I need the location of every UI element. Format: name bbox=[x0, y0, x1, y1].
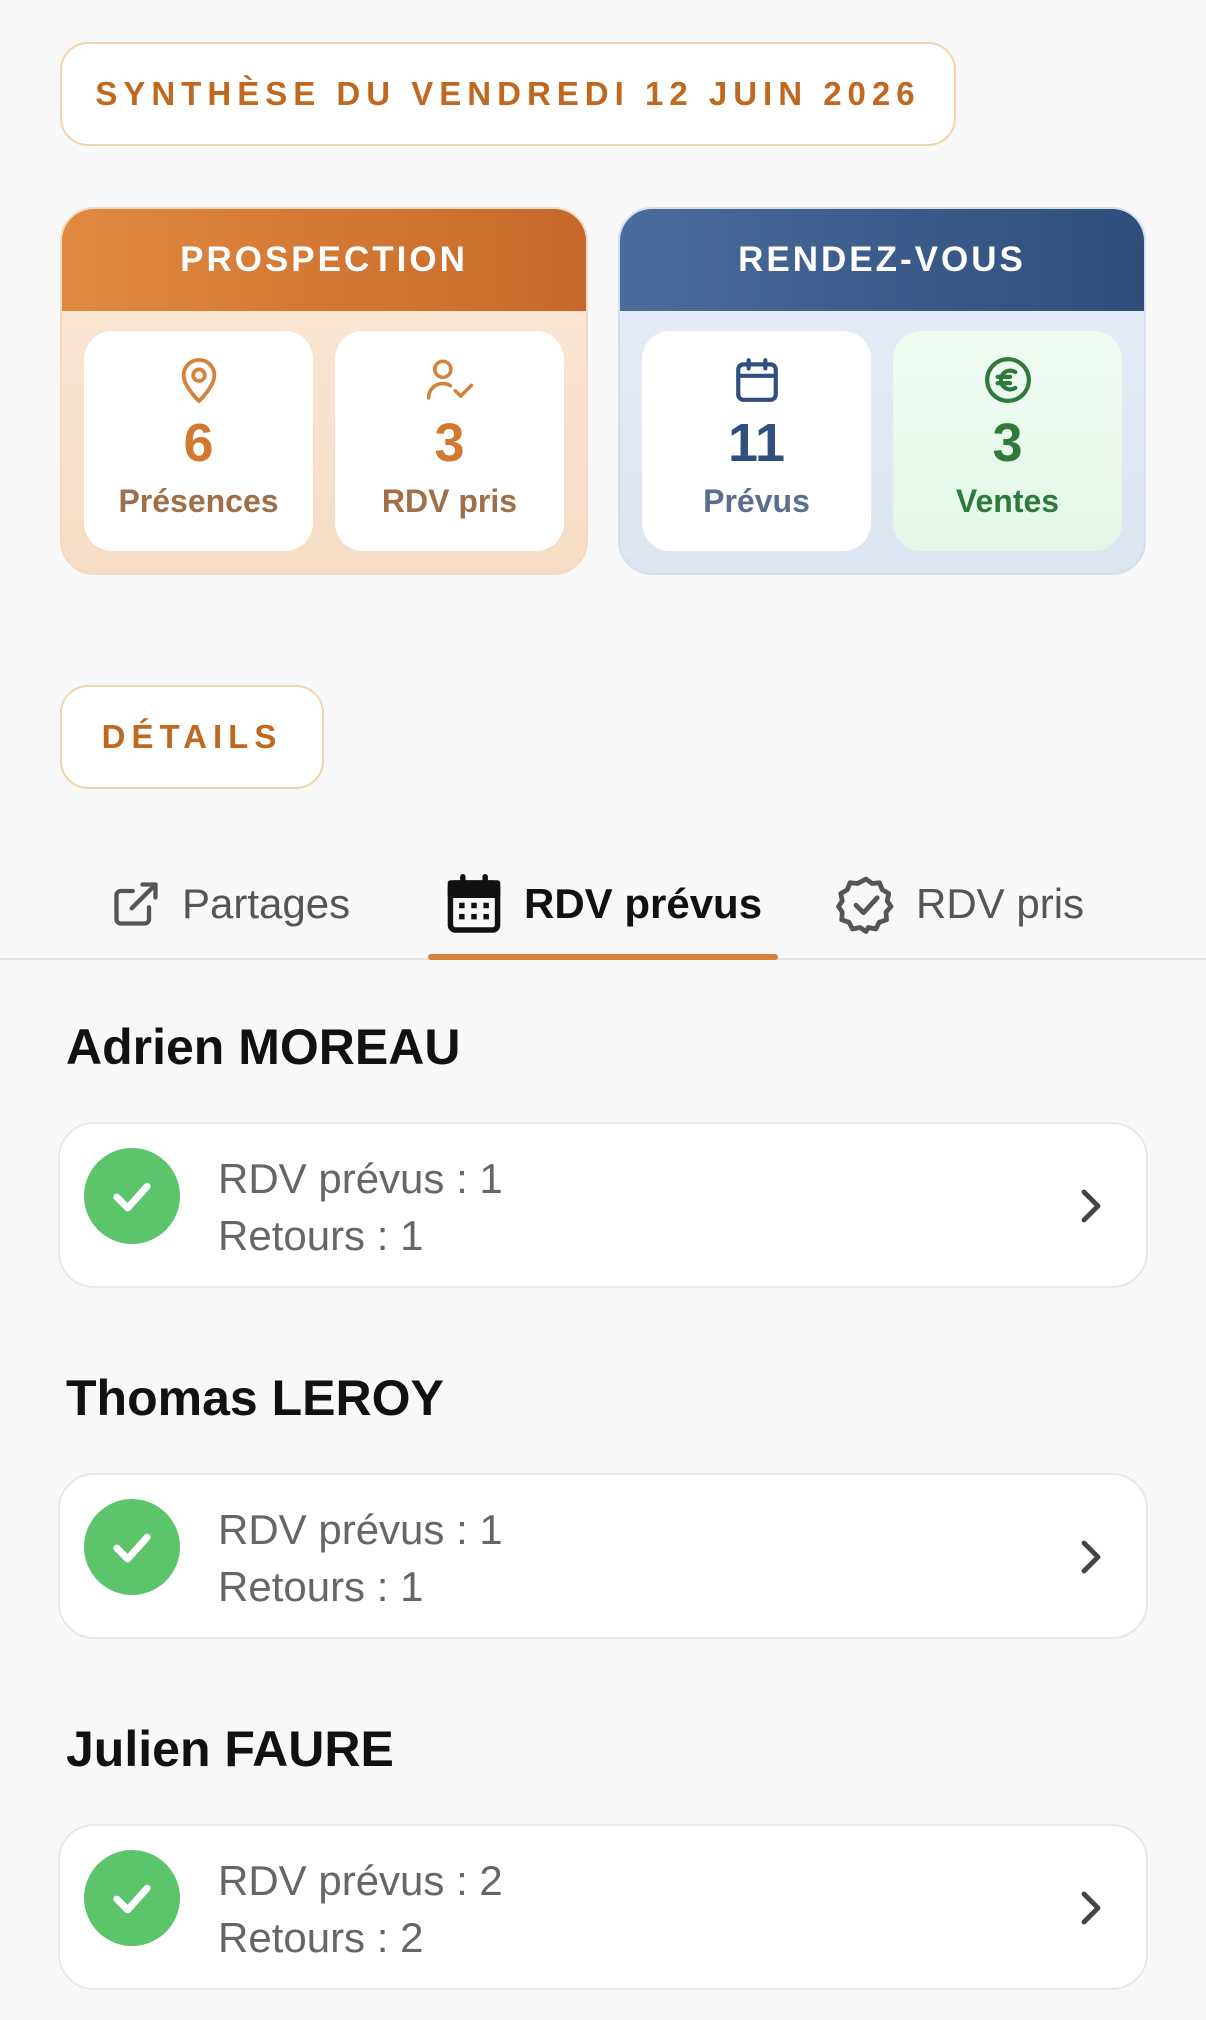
retours-count: Retours : 2 bbox=[218, 1914, 424, 1961]
tab-rdv-prevus[interactable]: RDV prévus bbox=[428, 848, 778, 960]
details-tabs: Partages RDV prévus RDV pris bbox=[0, 848, 1206, 960]
check-icon bbox=[84, 1148, 180, 1244]
prospection-card: PROSPECTION 6 Présences 3 RDV pris bbox=[60, 207, 588, 575]
active-tab-indicator bbox=[428, 954, 778, 960]
calendar-icon bbox=[732, 355, 782, 405]
agent-name: Adrien MOREAU bbox=[66, 1019, 461, 1075]
map-pin-icon bbox=[174, 355, 224, 405]
agent-row-julien-faure[interactable]: RDV prévus : 2 Retours : 2 bbox=[58, 1824, 1148, 1990]
agent-stats: RDV prévus : 1 Retours : 1 bbox=[218, 1150, 503, 1264]
rendezvous-title: RENDEZ-VOUS bbox=[738, 240, 1026, 279]
ventes-count: 3 bbox=[992, 413, 1023, 473]
agent-stats: RDV prévus : 1 Retours : 1 bbox=[218, 1501, 503, 1615]
daily-summary-screen: SYNTHÈSE DU VENDREDI 12 JUIN 2026 PROSPE… bbox=[0, 0, 1206, 2020]
tab-partages-label: Partages bbox=[182, 880, 351, 927]
summary-title: SYNTHÈSE DU VENDREDI 12 JUIN 2026 bbox=[60, 42, 956, 146]
agent-name: Julien FAURE bbox=[66, 1721, 394, 1777]
prospection-title: PROSPECTION bbox=[180, 240, 468, 279]
external-link-icon bbox=[114, 882, 158, 926]
agent-name: Thomas LEROY bbox=[66, 1370, 444, 1426]
tab-rdv-prevus-label: RDV prévus bbox=[524, 880, 763, 927]
presences-tile[interactable]: 6 Présences bbox=[84, 331, 313, 551]
rdv-pris-tile[interactable]: 3 RDV pris bbox=[335, 331, 564, 551]
retours-count: Retours : 1 bbox=[218, 1212, 424, 1259]
rdv-prevus-count: RDV prévus : 1 bbox=[218, 1506, 503, 1553]
retours-count: Retours : 1 bbox=[218, 1563, 424, 1610]
details-title-text: DÉTAILS bbox=[101, 718, 283, 755]
chevron-right-icon bbox=[1081, 1540, 1101, 1574]
tab-partages[interactable]: Partages bbox=[110, 848, 350, 960]
presences-count: 6 bbox=[183, 413, 214, 473]
rdv-pris-count: 3 bbox=[434, 413, 465, 473]
chevron-right-icon bbox=[1081, 1891, 1101, 1925]
tab-rdv-pris-label: RDV pris bbox=[916, 880, 1085, 927]
user-check-icon bbox=[425, 355, 475, 405]
check-icon bbox=[84, 1499, 180, 1595]
rdv-prevus-count: RDV prévus : 1 bbox=[218, 1155, 503, 1202]
tab-rdv-pris[interactable]: RDV pris bbox=[836, 848, 1084, 960]
prevus-tile[interactable]: 11 Prévus bbox=[642, 331, 871, 551]
chevron-right-icon bbox=[1081, 1189, 1101, 1223]
agent-stats: RDV prévus : 2 Retours : 2 bbox=[218, 1852, 503, 1966]
rendezvous-card: RENDEZ-VOUS 11 Prévus 3 Ventes bbox=[618, 207, 1146, 575]
agent-row-thomas-leroy[interactable]: RDV prévus : 1 Retours : 1 bbox=[58, 1473, 1148, 1639]
prevus-count: 11 bbox=[727, 413, 786, 473]
calendar-grid-icon bbox=[447, 873, 501, 933]
summary-title-text: SYNTHÈSE DU VENDREDI 12 JUIN 2026 bbox=[95, 75, 921, 112]
ventes-label: Ventes bbox=[955, 483, 1060, 519]
rdv-pris-label: RDV pris bbox=[381, 483, 518, 519]
prevus-label: Prévus bbox=[703, 483, 810, 519]
ventes-tile[interactable]: 3 Ventes bbox=[893, 331, 1122, 551]
agent-row-adrien-moreau[interactable]: RDV prévus : 1 Retours : 1 bbox=[58, 1122, 1148, 1288]
rendezvous-card-header: RENDEZ-VOUS bbox=[620, 209, 1144, 311]
presences-label: Présences bbox=[118, 483, 279, 519]
badge-check-icon bbox=[836, 876, 894, 934]
rdv-prevus-count: RDV prévus : 2 bbox=[218, 1857, 503, 1904]
prospection-card-header: PROSPECTION bbox=[62, 209, 586, 311]
details-title: DÉTAILS bbox=[60, 685, 324, 789]
euro-icon bbox=[983, 355, 1033, 405]
check-icon bbox=[84, 1850, 180, 1946]
